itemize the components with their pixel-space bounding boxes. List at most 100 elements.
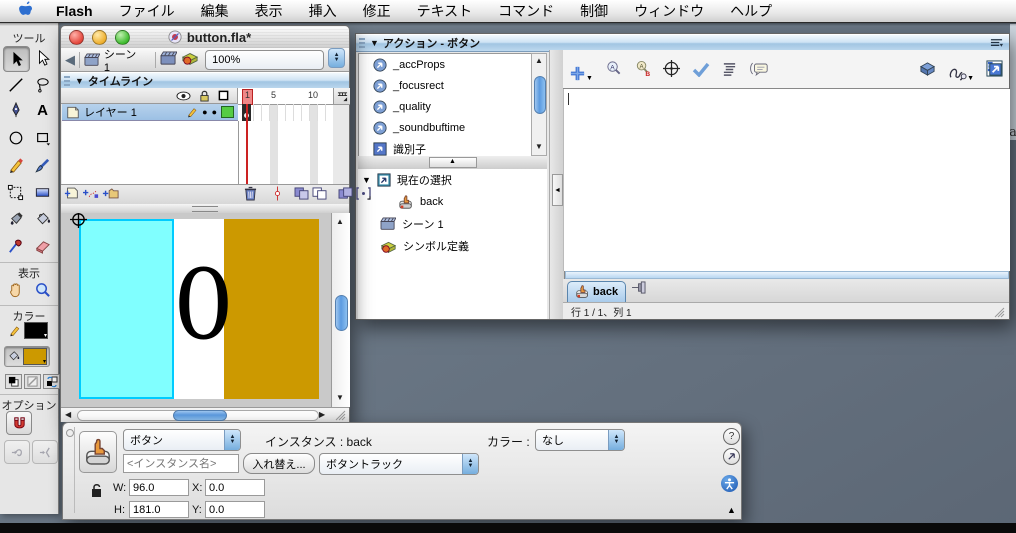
object-type-select[interactable]: ボタン ▲▼ [123, 429, 241, 451]
add-motion-guide-button[interactable] [83, 186, 99, 203]
outline-column-icon[interactable] [218, 90, 229, 101]
snap-to-objects-button[interactable] [6, 411, 32, 435]
default-colors-button[interactable] [5, 374, 22, 389]
zoom-stepper[interactable]: ▲▼ [328, 48, 345, 68]
toolbox-item-accprops[interactable]: _accProps [359, 54, 532, 75]
oval-tool[interactable] [3, 126, 28, 150]
menu-modify[interactable]: 修正 [350, 0, 404, 22]
scroll-left-arrow[interactable]: ◀ [65, 410, 71, 420]
timeline-collapse-icon[interactable]: ▼ [75, 76, 84, 86]
selection-tool[interactable] [3, 46, 30, 72]
navigator-back-item[interactable]: back [358, 191, 547, 213]
toolbox-item-quality[interactable]: _quality [359, 96, 532, 117]
collapse-panel-arrow[interactable]: ▲ [727, 505, 736, 515]
navigator-scene-item[interactable]: シーン 1 [358, 213, 547, 235]
vertical-scroll-thumb[interactable] [335, 295, 348, 331]
layer-lock-dot[interactable]: ● [212, 107, 217, 117]
auto-format-button[interactable] [722, 62, 737, 82]
add-statement-button[interactable]: ▼ [569, 65, 593, 82]
brush-tool[interactable] [30, 153, 55, 177]
edit-multiple-frames-button[interactable] [338, 187, 353, 203]
help-button[interactable]: ? [723, 428, 740, 445]
onion-skin-outlines-button[interactable] [312, 187, 327, 203]
timeline-header-gripper[interactable] [64, 76, 70, 86]
text-tool[interactable]: A [30, 98, 55, 122]
show-hide-eye-icon[interactable] [176, 91, 191, 101]
collapse-left-pane-button[interactable]: ◄ [552, 174, 563, 206]
check-syntax-button[interactable] [692, 62, 710, 82]
toolbox-scroll-down[interactable]: ▼ [535, 142, 543, 152]
menu-help[interactable]: ヘルプ [717, 0, 785, 22]
window-resize-grip[interactable] [333, 409, 346, 421]
onion-skin-button[interactable] [294, 187, 309, 203]
toolbox-item-identifier[interactable]: 識別子 [359, 138, 532, 158]
menu-insert[interactable]: 挿入 [296, 0, 350, 22]
stroke-color-swatch[interactable]: ▾ [24, 322, 48, 339]
horizontal-scroll-thumb[interactable] [173, 410, 227, 421]
ink-bottle-tool[interactable] [3, 207, 28, 231]
edit-scene-button[interactable] [160, 51, 177, 69]
center-frame-button[interactable] [274, 186, 281, 204]
paint-bucket-tool[interactable] [30, 207, 55, 231]
no-color-button[interactable] [24, 374, 41, 389]
show-code-hint-button[interactable] [749, 61, 769, 82]
zoom-level-select[interactable]: 100% [205, 50, 324, 70]
actions-reference-button[interactable] [723, 448, 740, 465]
stage-digit-text[interactable]: 0 [173, 257, 234, 353]
scroll-down-arrow[interactable]: ▼ [336, 393, 344, 403]
pin-script-window-button[interactable] [986, 60, 1003, 82]
scroll-right-arrow[interactable]: ▶ [319, 410, 325, 420]
props-gripper[interactable] [66, 427, 75, 513]
swap-colors-button[interactable] [43, 374, 60, 389]
back-arrow-button[interactable]: ◀ [65, 52, 75, 68]
pen-tool[interactable] [3, 98, 28, 122]
modify-onion-markers-button[interactable] [356, 187, 371, 203]
current-scene-label[interactable]: シーン 1 [104, 46, 145, 74]
splitter-collapse-button[interactable]: ▲ [429, 157, 477, 168]
width-field[interactable]: 96.0 [129, 479, 189, 496]
pencil-tool[interactable] [3, 153, 28, 177]
eraser-tool[interactable] [30, 234, 55, 258]
lock-column-icon[interactable] [199, 90, 210, 102]
gold-rect[interactable] [224, 219, 319, 399]
menu-file[interactable]: ファイル [106, 0, 188, 22]
lasso-tool[interactable] [30, 73, 55, 97]
straighten-button[interactable] [32, 440, 58, 464]
menu-commands[interactable]: コマンド [485, 0, 567, 22]
accessibility-button[interactable] [721, 475, 738, 492]
toolbox-item-focusrect[interactable]: _focusrect [359, 75, 532, 96]
hand-tool[interactable] [3, 278, 28, 302]
panel-resize-grip[interactable] [992, 306, 1005, 318]
lock-dimensions-icon[interactable] [91, 483, 103, 498]
y-field[interactable]: 0.0 [205, 501, 265, 518]
layer-frames-row[interactable] [238, 104, 333, 121]
close-button[interactable] [69, 30, 84, 45]
menu-view[interactable]: 表示 [242, 0, 296, 22]
menu-control[interactable]: 制御 [567, 0, 621, 22]
layer-visible-dot[interactable]: ● [202, 107, 207, 117]
button-tracking-select[interactable]: ボタントラック ▲▼ [319, 453, 479, 475]
fill-color-swatch[interactable]: ▾ [23, 348, 47, 365]
fill-transform-tool[interactable] [30, 180, 55, 204]
toolbox-navigator-splitter[interactable]: ▲ [358, 156, 547, 170]
toolbox-item-soundbuftime[interactable]: _soundbuftime [359, 117, 532, 138]
zoom-window-button[interactable] [115, 30, 130, 45]
subselection-tool[interactable] [30, 46, 55, 70]
toolbox-scroll-up[interactable]: ▲ [535, 56, 543, 66]
edit-symbol-button[interactable] [181, 50, 199, 69]
minimize-button[interactable] [92, 30, 107, 45]
actions-panel-menu-button[interactable] [990, 38, 1003, 48]
frame-view-menu-button[interactable] [333, 88, 350, 105]
height-field[interactable]: 181.0 [129, 501, 189, 518]
layer-name[interactable]: レイヤー 1 [84, 104, 182, 120]
layer-outline-color-swatch[interactable] [221, 106, 234, 118]
color-style-select[interactable]: なし ▲▼ [535, 429, 625, 451]
pin-active-script-button[interactable] [631, 281, 647, 299]
script-editor-area[interactable] [563, 89, 1010, 271]
smooth-button[interactable] [4, 440, 30, 464]
stage-canvas[interactable]: 0 [61, 213, 331, 407]
find-replace-button[interactable]: AB [634, 60, 651, 82]
script-tab-back[interactable]: back [567, 281, 626, 302]
actions-collapse-icon[interactable]: ▼ [370, 38, 379, 48]
rectangle-tool[interactable] [30, 126, 55, 150]
